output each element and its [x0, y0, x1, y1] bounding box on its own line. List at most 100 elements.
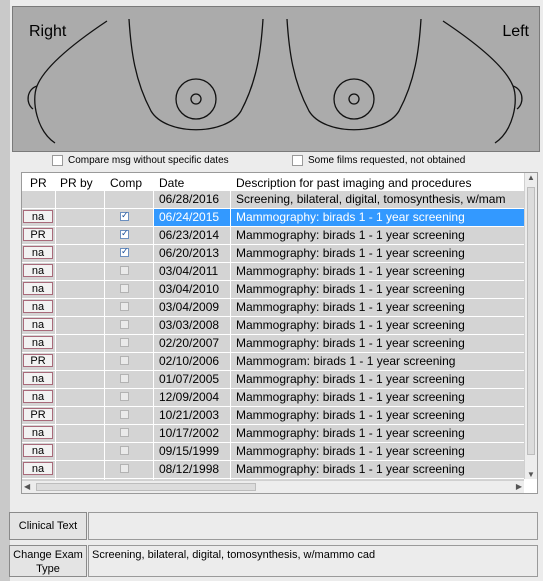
comp-checkbox[interactable]	[120, 446, 129, 455]
pr-button[interactable]: na	[23, 444, 53, 457]
description-cell: Mammography: birads 1 - 1 year screening	[236, 282, 465, 296]
table-row[interactable]: PR 06/23/2014 Mammography: birads 1 - 1 ye…	[22, 227, 524, 245]
table-row[interactable]: na 01/07/2005 Mammography: birads 1 - 1 ye…	[22, 371, 524, 389]
pr-button[interactable]: PR	[23, 354, 53, 367]
description-cell: Mammography: birads 1 - 1 year screening	[236, 228, 465, 242]
date-cell: 06/28/2016	[159, 192, 220, 206]
description-cell: Mammogram: birads 1 - 1 year screening	[236, 354, 456, 368]
table-row[interactable]: na 08/12/1998 Mammography: birads 1 - 1 ye…	[22, 461, 524, 479]
scroll-thumb[interactable]	[527, 187, 535, 455]
pr-button[interactable]: na	[23, 336, 53, 349]
scroll-left-icon[interactable]: ◀	[24, 482, 30, 491]
comp-checkbox[interactable]	[120, 356, 129, 365]
pr-button[interactable]: na	[23, 318, 53, 331]
clinical-text-button[interactable]: Clinical Text	[9, 512, 87, 540]
date-cell: 02/20/2007	[159, 336, 220, 350]
description-cell: Mammography: birads 1 - 1 year screening	[236, 246, 465, 260]
pr-button[interactable]: na	[23, 210, 53, 223]
table-row[interactable]: na 06/20/2013 Mammography: birads 1 - 1 ye…	[22, 245, 524, 263]
films-requested-label: Some films requested, not obtained	[308, 155, 466, 166]
date-cell: 12/09/2004	[159, 390, 220, 404]
checkbox-box[interactable]	[52, 155, 63, 166]
table-body: 06/28/2016 Screening, bilateral, digital,…	[22, 191, 524, 493]
date-cell: 01/07/2005	[159, 372, 220, 386]
horizontal-scrollbar[interactable]: ◀ ▶	[22, 480, 524, 493]
pr-button[interactable]: PR	[23, 228, 53, 241]
pr-button[interactable]: na	[23, 372, 53, 385]
pr-button[interactable]: na	[23, 264, 53, 277]
pr-button[interactable]: na	[23, 300, 53, 313]
clinical-text-box[interactable]	[88, 512, 538, 540]
films-requested-checkbox[interactable]: Some films requested, not obtained	[292, 155, 465, 166]
date-cell: 06/20/2013	[159, 246, 220, 260]
scroll-up-icon[interactable]: ▲	[527, 173, 535, 182]
date-cell: 03/04/2009	[159, 300, 220, 314]
table-row[interactable]: na 02/20/2007 Mammography: birads 1 - 1 ye…	[22, 335, 524, 353]
table-row[interactable]: na 09/15/1999 Mammography: birads 1 - 1 ye…	[22, 443, 524, 461]
table-row[interactable]: na 03/04/2009 Mammography: birads 1 - 1 ye…	[22, 299, 524, 317]
header-pr[interactable]: PR	[30, 176, 47, 190]
right-label: Right	[29, 23, 67, 40]
description-cell: Mammography: birads 1 - 1 year screening	[236, 300, 465, 314]
right-lateral-diagram[interactable]: Right	[17, 11, 113, 147]
scroll-right-icon[interactable]: ▶	[516, 482, 522, 491]
date-cell: 03/04/2010	[159, 282, 220, 296]
description-cell: Mammography: birads 1 - 1 year screening	[236, 408, 465, 422]
date-cell: 02/10/2006	[159, 354, 220, 368]
description-cell: Mammography: birads 1 - 1 year screening	[236, 264, 465, 278]
comp-checkbox[interactable]	[120, 338, 129, 347]
comp-checkbox[interactable]	[120, 302, 129, 311]
vertical-scrollbar[interactable]: ▲ ▼	[524, 173, 537, 479]
imaging-history-table[interactable]: PR PR by Comp Date Description for past …	[21, 172, 538, 494]
compare-msg-checkbox[interactable]: Compare msg without specific dates	[52, 155, 229, 166]
description-cell: Mammography: birads 1 - 1 year screening	[236, 336, 465, 350]
scroll-down-icon[interactable]: ▼	[527, 470, 535, 479]
comp-checkbox[interactable]	[120, 374, 129, 383]
date-cell: 06/23/2014	[159, 228, 220, 242]
comp-checkbox[interactable]	[120, 210, 129, 221]
comp-checkbox[interactable]	[120, 320, 129, 329]
comp-checkbox[interactable]	[120, 410, 129, 419]
header-comp[interactable]: Comp	[110, 176, 142, 190]
comp-checkbox[interactable]	[120, 464, 129, 473]
left-label: Left	[502, 23, 529, 40]
comp-checkbox[interactable]	[120, 246, 129, 257]
pr-button[interactable]: na	[23, 282, 53, 295]
description-cell: Mammography: birads 1 - 1 year screening	[236, 426, 465, 440]
comp-checkbox[interactable]	[120, 266, 129, 275]
left-lateral-diagram[interactable]: Left	[437, 11, 535, 147]
left-cc-outline-icon	[286, 18, 422, 131]
pr-button[interactable]: na	[23, 462, 53, 475]
change-exam-type-button[interactable]: Change Exam Type	[9, 545, 87, 577]
pr-button[interactable]: na	[23, 390, 53, 403]
header-description[interactable]: Description for past imaging and procedu…	[236, 176, 471, 190]
header-date[interactable]: Date	[159, 176, 184, 190]
date-cell: 10/21/2003	[159, 408, 220, 422]
table-row[interactable]: na 03/04/2010 Mammography: birads 1 - 1 ye…	[22, 281, 524, 299]
comp-checkbox[interactable]	[120, 428, 129, 437]
comp-checkbox[interactable]	[120, 228, 129, 239]
right-cc-diagram[interactable]	[121, 11, 271, 147]
date-cell: 08/12/1998	[159, 462, 220, 476]
pr-button[interactable]: na	[23, 426, 53, 439]
breast-diagram-panel[interactable]: Right Left	[12, 6, 540, 152]
date-cell: 06/24/2015	[154, 209, 231, 226]
checkbox-box[interactable]	[292, 155, 303, 166]
right-cc-outline-icon	[128, 18, 264, 131]
table-row[interactable]: na 03/03/2008 Mammography: birads 1 - 1 ye…	[22, 317, 524, 335]
comp-checkbox[interactable]	[120, 284, 129, 293]
left-cc-diagram[interactable]	[279, 11, 429, 147]
table-row[interactable]: PR 02/10/2006 Mammogram: birads 1 - 1 year…	[22, 353, 524, 371]
pr-button[interactable]: na	[23, 246, 53, 259]
pr-button[interactable]: PR	[23, 408, 53, 421]
header-pr-by[interactable]: PR by	[60, 176, 93, 190]
table-row[interactable]: 06/28/2016 Screening, bilateral, digital,…	[22, 191, 524, 209]
table-row[interactable]: na 10/17/2002 Mammography: birads 1 - 1 ye…	[22, 425, 524, 443]
comp-checkbox[interactable]	[120, 392, 129, 401]
table-row[interactable]: PR 10/21/2003 Mammography: birads 1 - 1 ye…	[22, 407, 524, 425]
scroll-thumb[interactable]	[36, 483, 256, 491]
table-row[interactable]: na 03/04/2011 Mammography: birads 1 - 1 ye…	[22, 263, 524, 281]
app-window: Right Left Compare msg without specific …	[0, 0, 543, 581]
table-row[interactable]: na 12/09/2004 Mammography: birads 1 - 1 ye…	[22, 389, 524, 407]
table-row[interactable]: na 06/24/2015Mammography: birads 1 - 1 ye…	[22, 209, 524, 227]
